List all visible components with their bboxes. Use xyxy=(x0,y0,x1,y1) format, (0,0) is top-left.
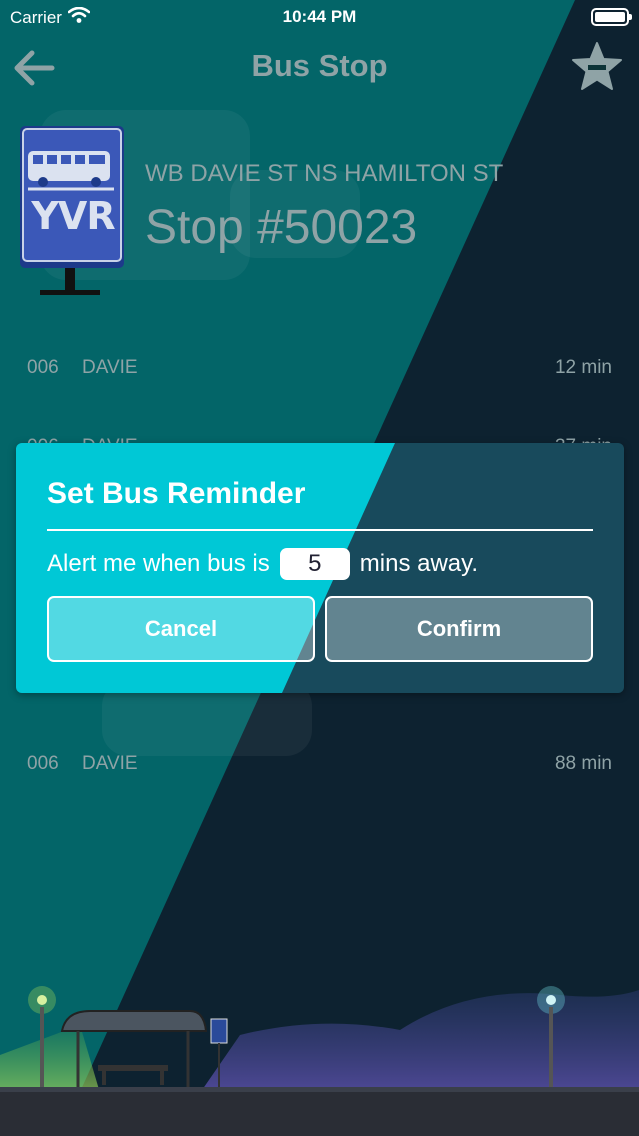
arrival-destination: DAVIE xyxy=(82,357,138,378)
clock: 10:44 PM xyxy=(282,7,357,26)
alert-prefix: Alert me when bus is xyxy=(47,550,270,577)
favorite-button[interactable] xyxy=(571,41,623,93)
battery-icon xyxy=(591,8,632,26)
street-scene xyxy=(0,975,639,1136)
star-minus-icon xyxy=(571,42,623,97)
arrival-route: 006 xyxy=(27,753,59,774)
alert-row: Alert me when bus is mins away. xyxy=(47,547,478,581)
cancel-button[interactable]: Cancel xyxy=(47,596,315,662)
arrival-destination: DAVIE xyxy=(82,753,138,774)
bus-stop-sign-icon: YVR xyxy=(18,124,128,299)
divider xyxy=(47,529,593,531)
confirm-button[interactable]: Confirm xyxy=(325,596,593,662)
nav-bar: Bus Stop xyxy=(0,36,639,96)
arrival-row[interactable]: 006 DAVIE 12 min xyxy=(0,353,639,383)
dialog-title: Set Bus Reminder xyxy=(47,477,306,510)
reminder-dialog: Set Bus Reminder Alert me when bus is mi… xyxy=(16,443,624,693)
arrival-route: 006 xyxy=(27,357,59,378)
status-bar: Carrier 10:44 PM xyxy=(0,0,639,34)
alert-suffix: mins away. xyxy=(359,550,479,577)
stop-street: WB DAVIE ST NS HAMILTON ST xyxy=(145,160,504,187)
arrival-time: 88 min xyxy=(554,753,612,774)
minutes-input[interactable] xyxy=(279,548,350,580)
page-title: Bus Stop xyxy=(251,48,388,83)
stop-number: Stop #50023 xyxy=(145,201,418,254)
arrival-row[interactable]: 006 DAVIE 88 min xyxy=(0,749,639,779)
arrival-time: 12 min xyxy=(554,357,612,378)
sign-text: YVR xyxy=(31,194,115,238)
